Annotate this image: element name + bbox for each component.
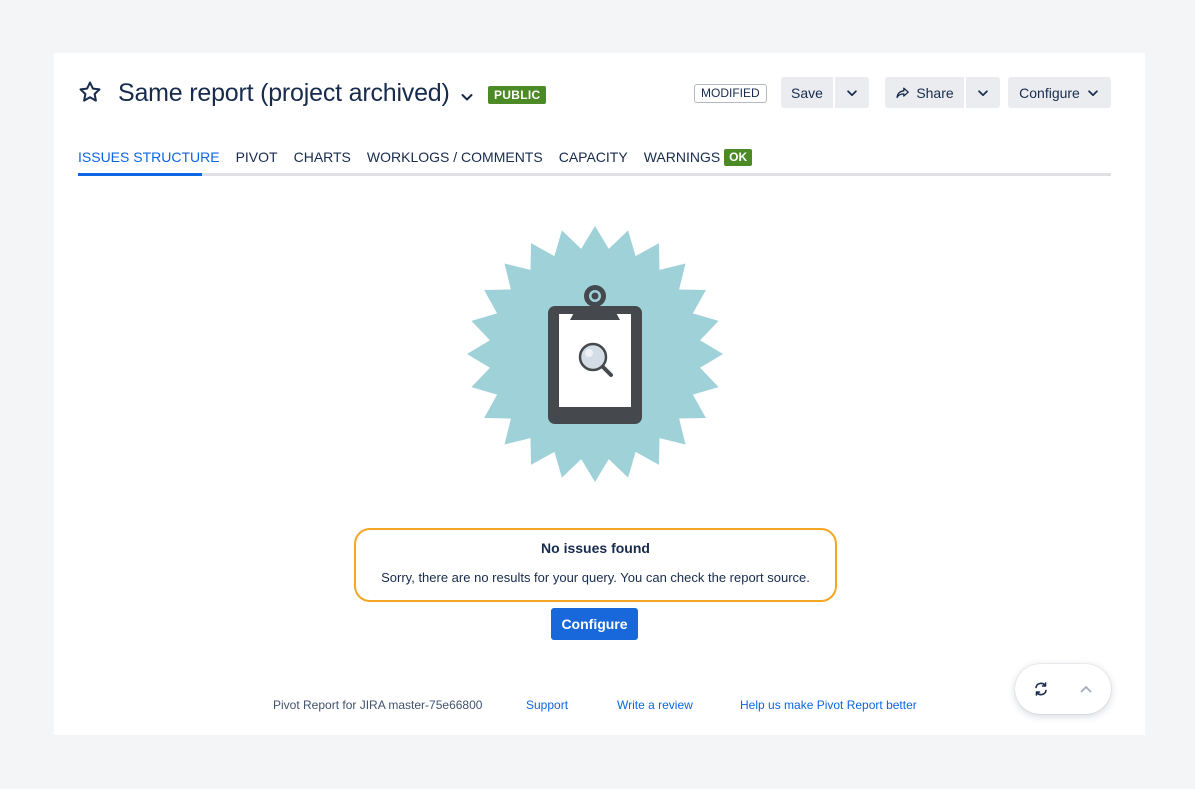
refresh-icon[interactable] — [1033, 681, 1049, 697]
star-icon[interactable] — [78, 80, 102, 104]
tab-label: CAPACITY — [558, 149, 628, 165]
chevron-down-icon[interactable] — [459, 89, 475, 105]
tab-warnings[interactable]: WARNINGS OK — [643, 145, 753, 176]
share-dropdown-button[interactable] — [966, 77, 1000, 108]
warnings-ok-badge: OK — [724, 149, 753, 166]
floating-actions — [1015, 664, 1111, 714]
tab-label: ISSUES STRUCTURE — [78, 149, 220, 165]
tab-label: CHARTS — [293, 149, 351, 165]
visibility-badge: PUBLIC — [488, 86, 547, 104]
configure-button[interactable]: Configure — [551, 608, 638, 640]
tab-label: WORKLOGS / COMMENTS — [366, 149, 543, 165]
configure-menu-label: Configure — [1019, 84, 1080, 101]
tab-bar: ISSUES STRUCTURE PIVOT CHARTS WORKLOGS /… — [78, 145, 768, 177]
report-title: Same report (project archived) — [118, 79, 450, 107]
chevron-up-icon[interactable] — [1078, 681, 1094, 697]
tab-label: PIVOT — [235, 149, 278, 165]
write-review-link[interactable]: Write a review — [617, 698, 693, 712]
feedback-link[interactable]: Help us make Pivot Report better — [740, 698, 917, 712]
status-badge: MODIFIED — [694, 84, 767, 103]
empty-clipboard-illustration — [467, 226, 723, 482]
share-button-label: Share — [916, 84, 954, 101]
tab-capacity[interactable]: CAPACITY — [559, 145, 628, 176]
tab-charts[interactable]: CHARTS — [294, 145, 351, 176]
tab-worklogs-comments[interactable]: WORKLOGS / COMMENTS — [367, 145, 543, 176]
empty-state-title: No issues found — [541, 540, 650, 556]
tab-pivot[interactable]: PIVOT — [236, 145, 278, 176]
empty-state-message: No issues found Sorry, there are no resu… — [354, 528, 837, 602]
chevron-down-icon — [847, 89, 857, 96]
tab-issues-structure[interactable]: ISSUES STRUCTURE — [78, 145, 220, 176]
save-button[interactable]: Save — [781, 77, 833, 108]
chevron-down-icon — [1088, 89, 1098, 96]
save-button-label: Save — [791, 84, 823, 101]
support-link[interactable]: Support — [526, 698, 568, 712]
tab-label: WARNINGS — [643, 149, 721, 165]
empty-state-text: Sorry, there are no results for your que… — [381, 570, 810, 585]
share-button[interactable]: Share — [885, 77, 964, 108]
version-text: Pivot Report for JIRA master-75e66800 — [273, 698, 483, 712]
chevron-down-icon — [978, 89, 988, 96]
share-icon — [896, 87, 910, 98]
configure-button-label: Configure — [561, 616, 628, 632]
save-dropdown-button[interactable] — [835, 77, 869, 108]
configure-menu-button[interactable]: Configure — [1008, 77, 1111, 108]
